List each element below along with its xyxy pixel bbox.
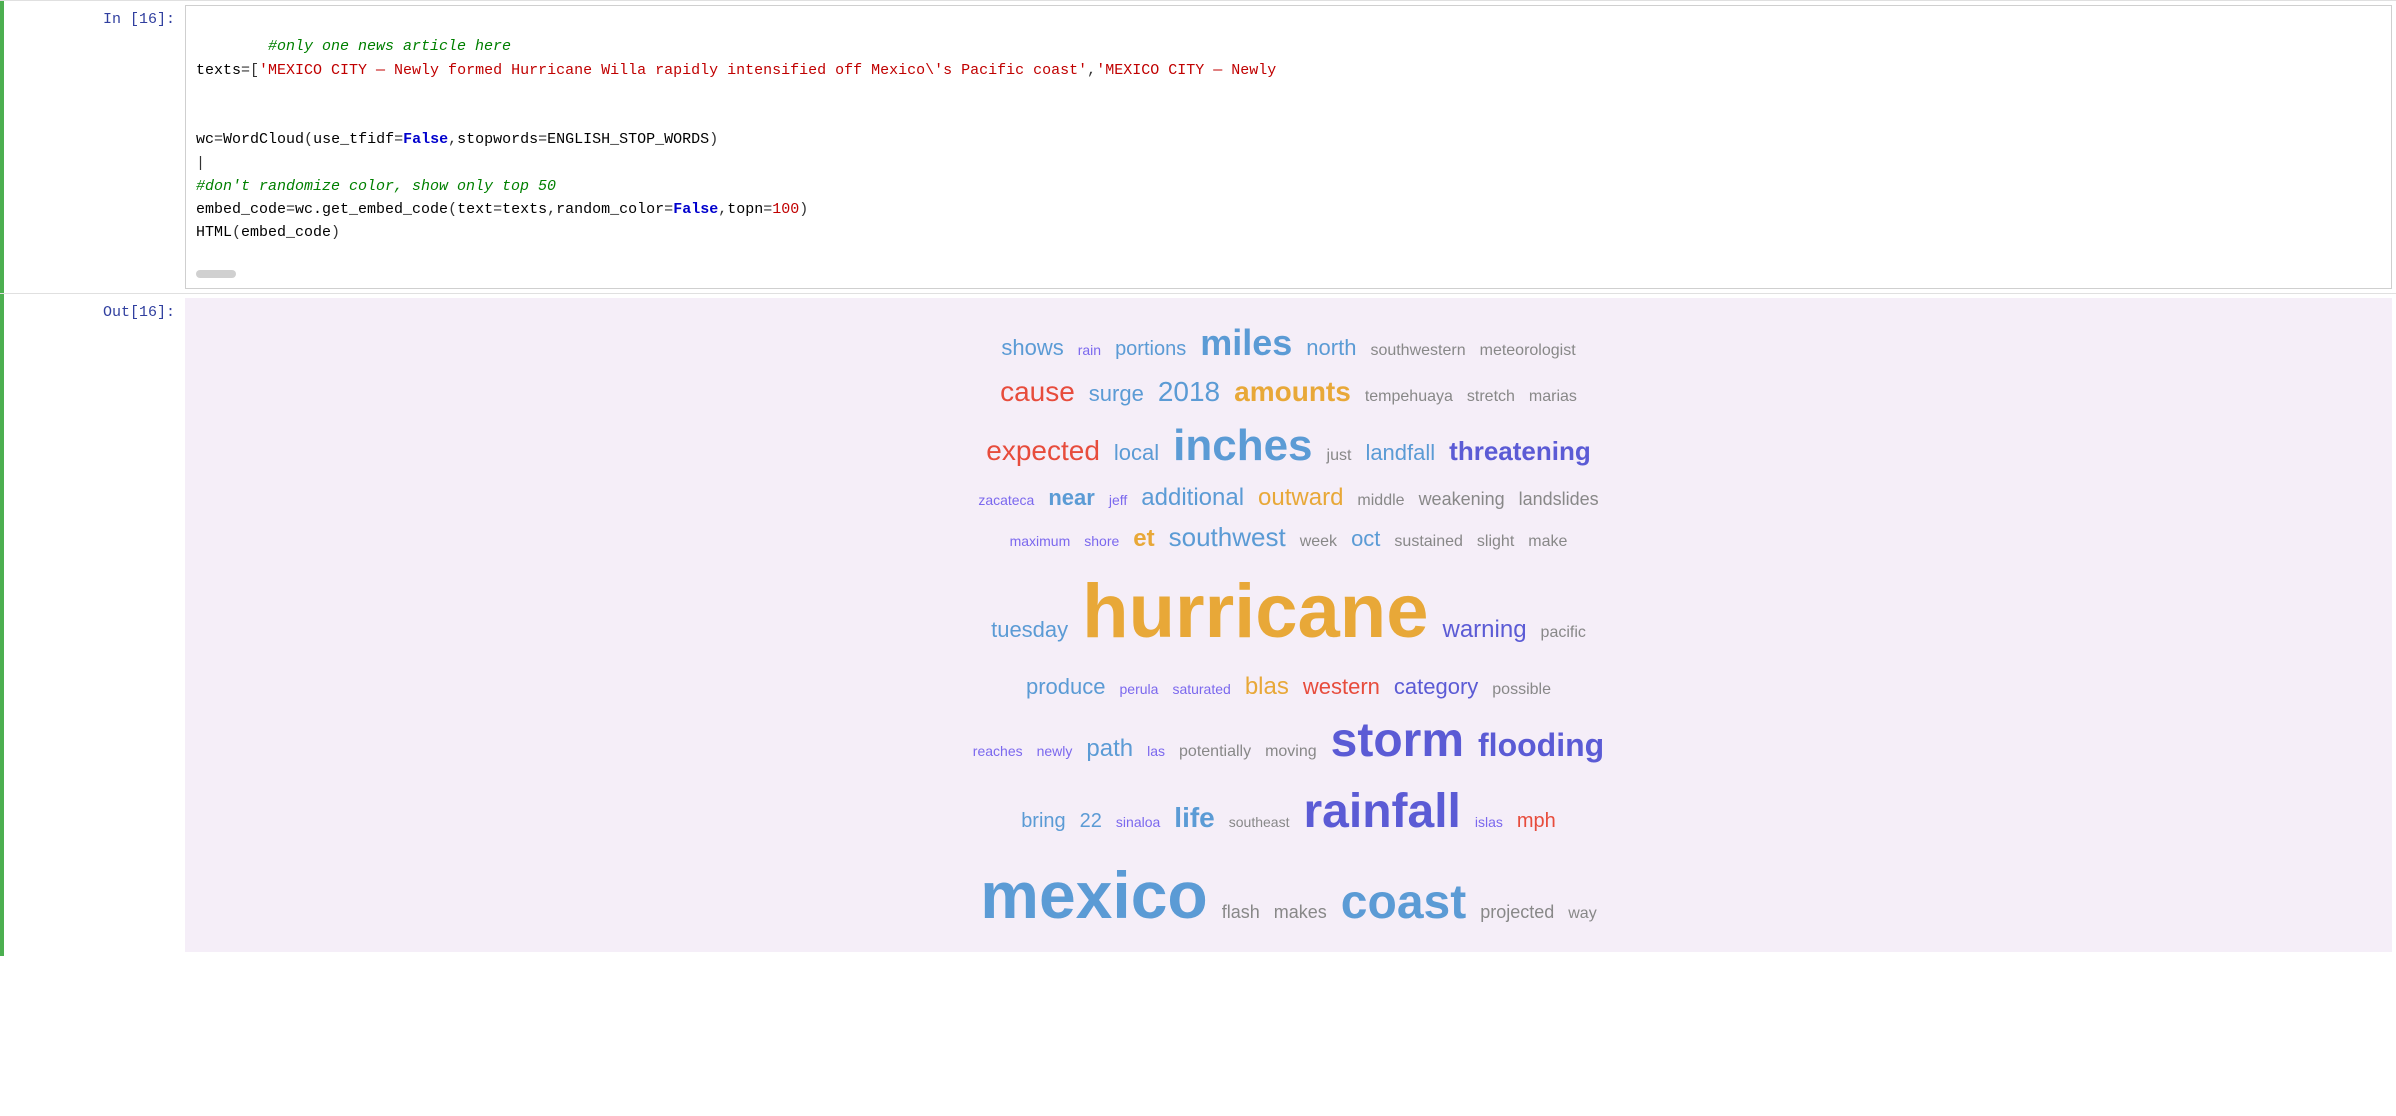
code-line-9: HTML(embed_code) xyxy=(196,224,340,241)
wc-category: category xyxy=(1394,672,1478,703)
wc-oct: oct xyxy=(1351,524,1380,555)
wc-tuesday: tuesday xyxy=(991,615,1068,646)
wc-newly: newly xyxy=(1037,742,1073,762)
code-line-5: wc=WordCloud(use_tfidf=False,stopwords=E… xyxy=(196,131,718,148)
wc-mph: mph xyxy=(1517,807,1556,835)
code-line-2: texts=['MEXICO CITY — Newly formed Hurri… xyxy=(196,62,1276,79)
horizontal-scrollbar[interactable] xyxy=(196,270,236,278)
wc-landslides: landslides xyxy=(1519,487,1599,512)
in-label: In [16]: xyxy=(103,11,175,28)
wc-shows: shows xyxy=(1001,333,1063,364)
wc-row-3: expected local inches just landfall thre… xyxy=(986,415,1590,477)
out-label: Out[16]: xyxy=(103,304,175,321)
wc-projected: projected xyxy=(1480,900,1554,925)
wc-rainfall: rainfall xyxy=(1303,778,1460,845)
output-cell-16: Out[16]: shows rain portions miles north… xyxy=(0,293,2396,956)
wc-southeast: southeast xyxy=(1229,813,1290,833)
input-cell-16: In [16]: #only one news article here tex… xyxy=(0,0,2396,293)
wc-expected: expected xyxy=(986,431,1100,470)
wc-week: week xyxy=(1300,531,1337,553)
wc-just: just xyxy=(1327,445,1352,467)
wc-weakening: weakening xyxy=(1419,487,1505,512)
wc-mexico: mexico xyxy=(980,849,1207,941)
wc-produce: produce xyxy=(1026,672,1106,703)
wc-cause: cause xyxy=(1000,372,1075,411)
comment-2: #don't randomize color, show only top 50 xyxy=(196,178,556,195)
wc-landfall: landfall xyxy=(1365,438,1435,469)
output-content: shows rain portions miles north southwes… xyxy=(185,298,2392,952)
wc-jeff: jeff xyxy=(1109,491,1127,511)
wc-stretch: stretch xyxy=(1467,386,1515,408)
wc-blas: blas xyxy=(1245,670,1289,704)
wc-possible: possible xyxy=(1492,679,1551,701)
cursor-line: | xyxy=(196,155,205,172)
wc-surge: surge xyxy=(1089,379,1144,410)
wc-islas: islas xyxy=(1475,813,1503,833)
wc-path: path xyxy=(1086,732,1133,766)
comment-1: #only one news article here xyxy=(268,38,511,55)
wc-storm: storm xyxy=(1331,707,1464,774)
wc-sinaloa: sinaloa xyxy=(1116,813,1160,833)
wc-hurricane: hurricane xyxy=(1082,559,1428,665)
wc-row-5: maximum shore et southwest week oct sust… xyxy=(1010,519,1568,556)
wc-north: north xyxy=(1306,333,1356,364)
wc-make: make xyxy=(1528,531,1567,553)
wc-sustained: sustained xyxy=(1394,531,1463,553)
wc-rain: rain xyxy=(1078,341,1101,361)
wc-makes: makes xyxy=(1274,900,1327,925)
wc-bring: bring xyxy=(1021,807,1065,835)
wc-slight: slight xyxy=(1477,531,1514,553)
wc-outward: outward xyxy=(1258,481,1343,515)
wc-local: local xyxy=(1114,438,1159,469)
wc-way: way xyxy=(1568,903,1596,925)
wc-las: las xyxy=(1147,742,1165,762)
wc-moving: moving xyxy=(1265,741,1317,763)
wc-threatening: threatening xyxy=(1449,433,1591,469)
wc-row-9: bring 22 sinaloa life southeast rainfall… xyxy=(1021,778,1556,845)
wc-row-2: cause surge 2018 amounts tempehuaya stre… xyxy=(1000,372,1577,411)
cell-label-out16: Out[16]: xyxy=(0,294,185,956)
wc-southwest: southwest xyxy=(1169,519,1286,555)
wc-western: western xyxy=(1303,672,1380,703)
wc-row-8: reaches newly path las potentially movin… xyxy=(973,707,1604,774)
wc-zacateca: zacateca xyxy=(978,491,1034,511)
wc-row-4: zacateca near jeff additional outward mi… xyxy=(978,481,1598,515)
cell-label-in16: In [16]: xyxy=(0,1,185,293)
wc-inches: inches xyxy=(1173,415,1312,477)
wc-amounts: amounts xyxy=(1234,372,1351,411)
wc-near: near xyxy=(1048,483,1094,514)
notebook-container: In [16]: #only one news article here tex… xyxy=(0,0,2396,1116)
code-block: #only one news article here texts=['MEXI… xyxy=(196,12,2381,268)
wc-potentially: potentially xyxy=(1179,741,1251,763)
wc-maximum: maximum xyxy=(1010,532,1071,552)
wc-2018: 2018 xyxy=(1158,372,1220,411)
wc-additional: additional xyxy=(1141,481,1244,515)
wc-row-6: tuesday hurricane warning pacific xyxy=(991,559,1586,665)
wc-marias: marias xyxy=(1529,386,1577,408)
code-content[interactable]: #only one news article here texts=['MEXI… xyxy=(185,5,2392,289)
wc-middle: middle xyxy=(1357,490,1404,512)
wc-saturated: saturated xyxy=(1172,680,1230,700)
wc-portions: portions xyxy=(1115,335,1186,363)
wc-perula: perula xyxy=(1120,680,1159,700)
wc-life: life xyxy=(1174,798,1214,837)
wc-row-1: shows rain portions miles north southwes… xyxy=(1001,318,1575,368)
code-line-8: embed_code=wc.get_embed_code(text=texts,… xyxy=(196,201,808,218)
wc-flash: flash xyxy=(1222,900,1260,925)
wc-shore: shore xyxy=(1084,532,1119,552)
wc-tempehuaya: tempehuaya xyxy=(1365,386,1453,408)
word-cloud: shows rain portions miles north southwes… xyxy=(185,298,2392,952)
wc-meteorologist: meteorologist xyxy=(1480,340,1576,362)
wc-row-7: produce perula saturated blas western ca… xyxy=(1026,670,1551,704)
wc-reaches: reaches xyxy=(973,742,1023,762)
wc-et: et xyxy=(1133,522,1154,556)
wc-warning: warning xyxy=(1443,613,1527,647)
wc-southwestern: southwestern xyxy=(1370,340,1465,362)
wc-coast: coast xyxy=(1341,869,1466,936)
wc-row-10: mexico flash makes coast projected way xyxy=(980,849,1596,941)
wc-miles: miles xyxy=(1200,318,1292,368)
wc-flooding: flooding xyxy=(1478,723,1604,768)
wc-pacific: pacific xyxy=(1541,622,1586,644)
wc-22: 22 xyxy=(1080,807,1102,835)
